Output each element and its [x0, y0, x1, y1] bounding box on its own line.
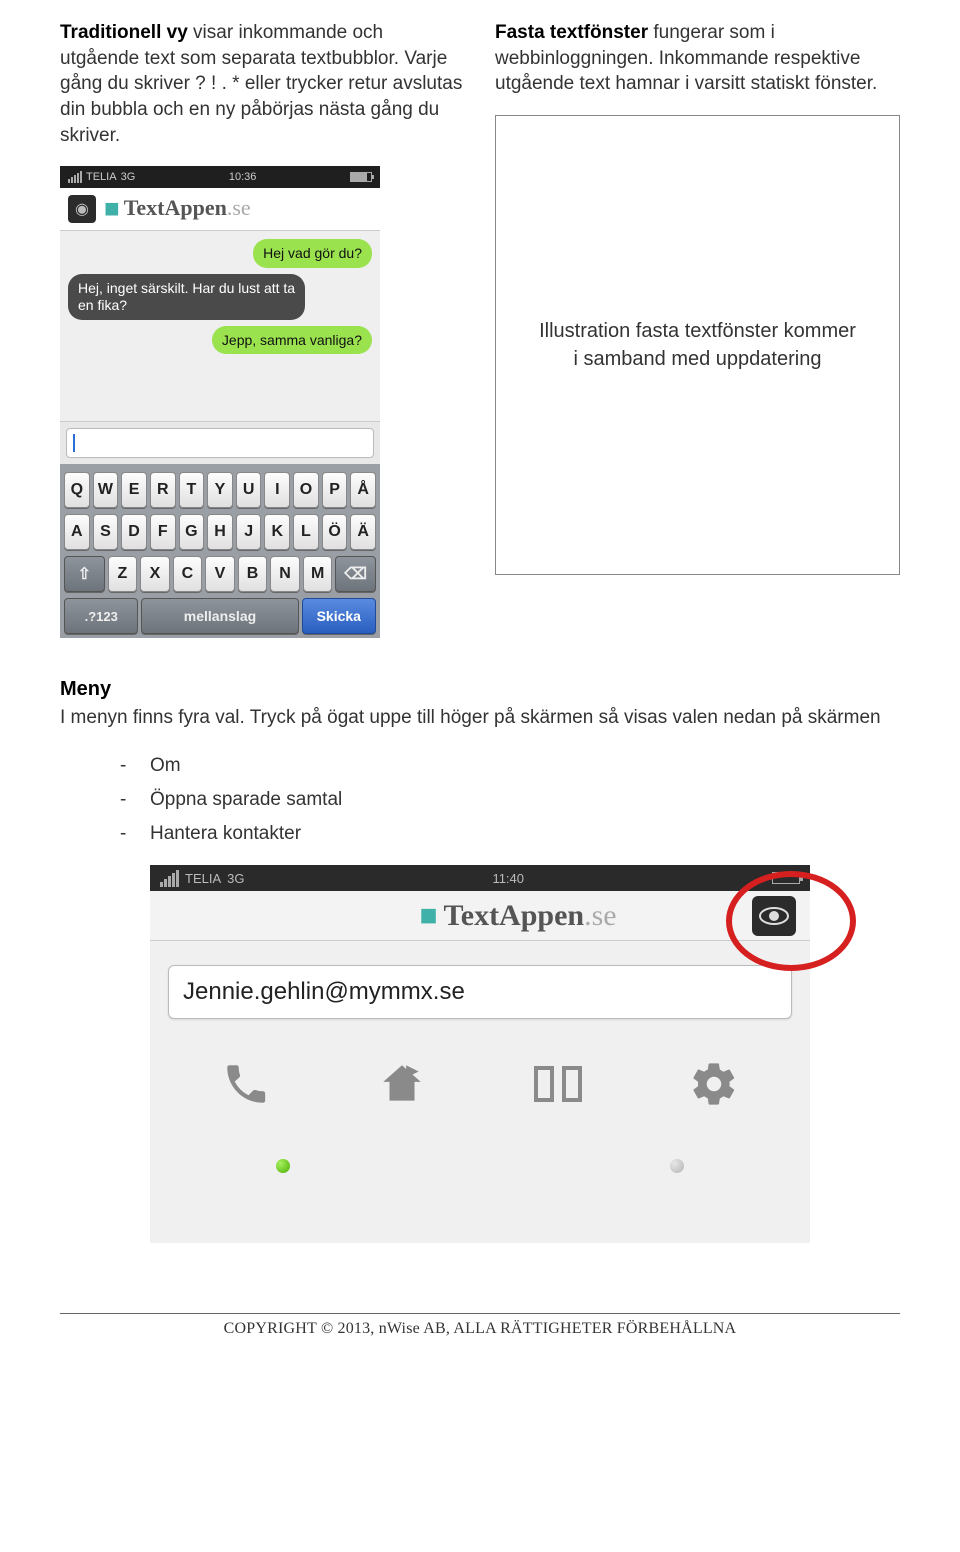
message-bubble: Hej, inget särskilt. Har du lust att ta … — [68, 274, 305, 320]
key-K[interactable]: K — [264, 514, 290, 550]
keyboard: QWERTYUIOPÅ ASDFGHJKLÖÄ ⇧ZXCVBNM⌫ .?123 … — [60, 464, 380, 638]
key-Å[interactable]: Å — [350, 472, 376, 508]
key-W[interactable]: W — [93, 472, 119, 508]
home-send-icon[interactable] — [367, 1049, 437, 1119]
key-Z[interactable]: Z — [108, 556, 138, 592]
key-C[interactable]: C — [173, 556, 203, 592]
signal-bars-icon — [160, 870, 179, 887]
meny-list: -Om-Öppna sparade samtal-Hantera kontakt… — [120, 749, 900, 852]
status-dots — [168, 1159, 792, 1173]
call-icon[interactable] — [211, 1049, 281, 1119]
key-backspace[interactable]: ⌫ — [335, 556, 376, 592]
right-column: Fasta textfönster fungerar som i webbinl… — [495, 20, 900, 638]
meny-list-item: -Hantera kontakter — [120, 817, 900, 851]
brand-main: TextAppen — [444, 899, 585, 932]
carrier-label: TELIA — [185, 871, 221, 886]
key-X[interactable]: X — [140, 556, 170, 592]
left-column: Traditionell vy visar inkommande och utg… — [60, 20, 465, 638]
battery-icon — [350, 172, 372, 182]
key-N[interactable]: N — [270, 556, 300, 592]
message-bubble: Jepp, samma vanliga? — [212, 326, 372, 355]
app-header: ◉ ■TextAppen.se — [60, 188, 380, 231]
key-P[interactable]: P — [322, 472, 348, 508]
key-R[interactable]: R — [150, 472, 176, 508]
meny-section: Meny I menyn finns fyra val. Tryck på ög… — [60, 678, 900, 1283]
fixedbox-caption: Illustration fasta textfönster kommer i … — [536, 317, 859, 373]
message-bubble: Hej vad gör du? — [253, 239, 372, 268]
intro-left-bold: Traditionell vy — [60, 22, 188, 43]
address-input[interactable]: Jennie.gehlin@mymmx.se — [168, 965, 792, 1019]
app-brand: ■TextAppen.se — [104, 194, 251, 224]
meny-heading: Meny — [60, 678, 900, 701]
brand-suffix: .se — [584, 899, 617, 932]
key-V[interactable]: V — [205, 556, 235, 592]
battery-icon — [772, 872, 800, 884]
intro-right: Fasta textfönster fungerar som i webbinl… — [495, 20, 900, 97]
key-Ä[interactable]: Ä — [350, 514, 376, 550]
key-F[interactable]: F — [150, 514, 176, 550]
message-input[interactable] — [66, 428, 374, 458]
contacts-icon[interactable] — [523, 1049, 593, 1119]
meny-list-item: -Om — [120, 749, 900, 783]
footer-copyright: COPYRIGHT © 2013, nWise AB, ALLA RÄTTIGH… — [60, 1313, 900, 1358]
key-H[interactable]: H — [207, 514, 233, 550]
intro-columns: Traditionell vy visar inkommande och utg… — [60, 20, 900, 638]
key-I[interactable]: I — [264, 472, 290, 508]
brand-suffix: .se — [227, 195, 251, 220]
key-L[interactable]: L — [293, 514, 319, 550]
intro-right-bold: Fasta textfönster — [495, 22, 648, 43]
key-Y[interactable]: Y — [207, 472, 233, 508]
menu-eye-button[interactable] — [752, 896, 796, 936]
settings-icon[interactable] — [679, 1049, 749, 1119]
action-icons — [168, 1049, 792, 1119]
phone-screenshot-menu: TELIA 3G 11:40 ■TextAppen.se Jennie.gehl… — [60, 865, 900, 1283]
meny-list-item: -Öppna sparade samtal — [120, 783, 900, 817]
key-D[interactable]: D — [121, 514, 147, 550]
clock-label: 11:40 — [492, 871, 524, 886]
signal-bars-icon — [68, 171, 82, 183]
key-123[interactable]: .?123 — [64, 598, 138, 634]
fixed-window-illustration: Illustration fasta textfönster kommer i … — [495, 115, 900, 575]
intro-left: Traditionell vy visar inkommande och utg… — [60, 20, 465, 148]
network-label: 3G — [227, 871, 244, 886]
brand-main: TextAppen — [124, 195, 227, 220]
key-space[interactable]: mellanslag — [141, 598, 298, 634]
app-brand: ■TextAppen.se — [419, 899, 616, 933]
phone-screenshot-conversation: TELIA 3G 10:36 ◉ ■TextAppen.se Hej vad g… — [60, 166, 380, 638]
key-M[interactable]: M — [303, 556, 333, 592]
key-G[interactable]: G — [179, 514, 205, 550]
key-send[interactable]: Skicka — [302, 598, 376, 634]
network-label: 3G — [121, 171, 136, 183]
status-bar: TELIA 3G 10:36 — [60, 166, 380, 188]
signal-group: TELIA 3G — [68, 171, 135, 183]
message-input-bar — [60, 421, 380, 464]
key-B[interactable]: B — [238, 556, 268, 592]
status-dot-grey — [670, 1159, 684, 1173]
app-body: Jennie.gehlin@mymmx.se — [150, 941, 810, 1243]
clock-label: 10:36 — [229, 171, 257, 183]
key-O[interactable]: O — [293, 472, 319, 508]
status-bar: TELIA 3G 11:40 — [150, 865, 810, 891]
conversation-area: Hej vad gör du? Hej, inget särskilt. Har … — [60, 231, 380, 421]
key-E[interactable]: E — [121, 472, 147, 508]
key-T[interactable]: T — [179, 472, 205, 508]
key-A[interactable]: A — [64, 514, 90, 550]
address-value: Jennie.gehlin@mymmx.se — [183, 978, 465, 1006]
carrier-label: TELIA — [86, 171, 117, 183]
key-Ö[interactable]: Ö — [322, 514, 348, 550]
key-U[interactable]: U — [236, 472, 262, 508]
key-Q[interactable]: Q — [64, 472, 90, 508]
status-dot-green — [276, 1159, 290, 1173]
key-J[interactable]: J — [236, 514, 262, 550]
key-S[interactable]: S — [93, 514, 119, 550]
meny-text: I menyn finns fyra val. Tryck på ögat up… — [60, 705, 900, 731]
eye-icon[interactable]: ◉ — [68, 195, 96, 223]
key-shift[interactable]: ⇧ — [64, 556, 105, 592]
app-header: ■TextAppen.se — [150, 891, 810, 941]
